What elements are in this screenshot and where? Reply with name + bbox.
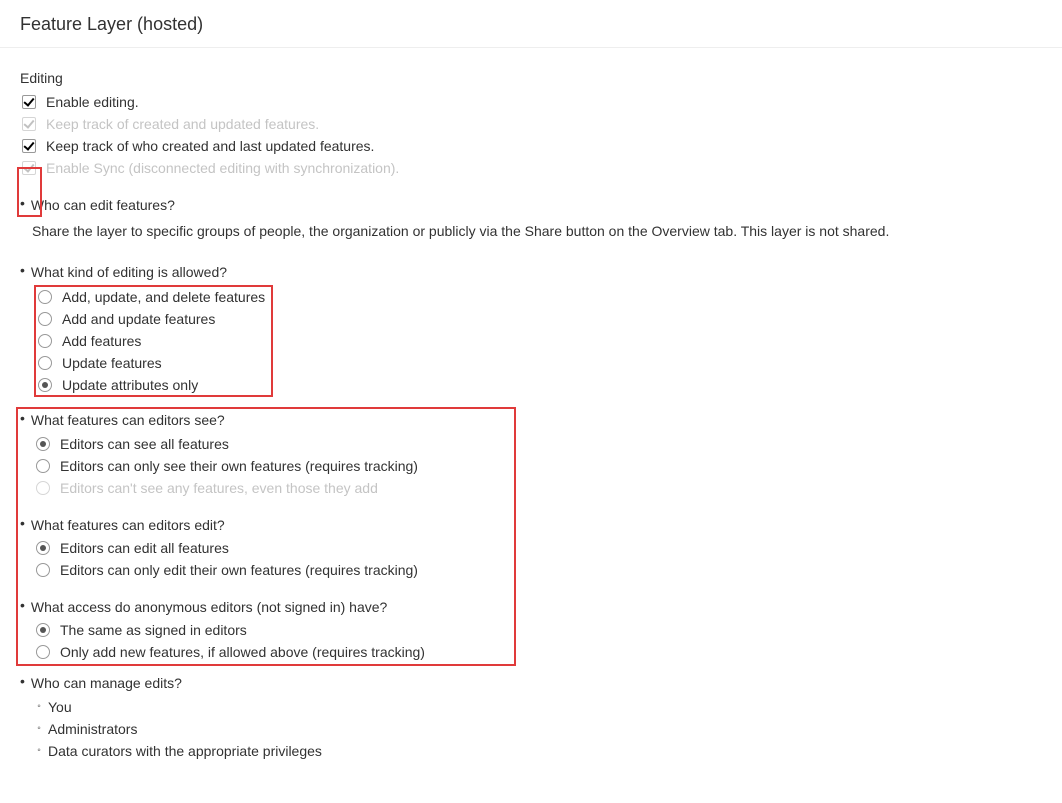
radio-add-update-delete-label: Add, update, and delete features: [62, 289, 265, 305]
editors-edit-heading: What features can editors edit?: [31, 514, 225, 536]
anon-access-heading: What access do anonymous editors (not si…: [31, 596, 387, 618]
editing-section-title: Editing: [20, 70, 1042, 86]
manage-heading: Who can manage edits?: [31, 672, 182, 694]
small-bullet-icon: ◦: [36, 723, 42, 734]
kind-editing-heading: What kind of editing is allowed?: [31, 261, 227, 283]
radio-add[interactable]: [38, 334, 52, 348]
radio-edit-own-label: Editors can only edit their own features…: [60, 562, 418, 578]
radio-add-update[interactable]: [38, 312, 52, 326]
keep-track-who-label: Keep track of who created and last updat…: [46, 138, 374, 154]
bullet-icon: •: [20, 672, 25, 692]
radio-anon-add-only[interactable]: [36, 645, 50, 659]
page-title: Feature Layer (hosted): [0, 0, 1062, 48]
editors-see-heading: What features can editors see?: [31, 409, 225, 431]
radio-edit-all-label: Editors can edit all features: [60, 540, 229, 556]
radio-add-update-delete[interactable]: [38, 290, 52, 304]
manage-you: You: [48, 699, 72, 715]
radio-see-all-label: Editors can see all features: [60, 436, 229, 452]
radio-add-update-label: Add and update features: [62, 311, 215, 327]
radio-anon-same-label: The same as signed in editors: [60, 622, 247, 638]
radio-anon-same[interactable]: [36, 623, 50, 637]
manage-admins: Administrators: [48, 721, 137, 737]
small-bullet-icon: ◦: [36, 701, 42, 712]
radio-update-label: Update features: [62, 355, 162, 371]
keep-track-who-checkbox[interactable]: [22, 139, 36, 153]
radio-add-label: Add features: [62, 333, 141, 349]
highlight-editing-options-annotation: Add, update, and delete features Add and…: [34, 285, 273, 397]
radio-see-all[interactable]: [36, 437, 50, 451]
bullet-icon: •: [20, 596, 25, 616]
radio-see-none-label: Editors can't see any features, even tho…: [60, 480, 378, 496]
enable-editing-checkbox[interactable]: [22, 95, 36, 109]
bullet-icon: •: [20, 409, 25, 429]
manage-curators: Data curators with the appropriate privi…: [48, 743, 322, 759]
who-can-edit-body: Share the layer to specific groups of pe…: [20, 220, 1042, 242]
enable-sync-label: Enable Sync (disconnected editing with s…: [46, 160, 399, 176]
radio-update-attrs-label: Update attributes only: [62, 377, 198, 393]
enable-editing-label: Enable editing.: [46, 94, 139, 110]
enable-sync-checkbox: [22, 161, 36, 175]
radio-update-attrs[interactable]: [38, 378, 52, 392]
keep-track-created-label: Keep track of created and updated featur…: [46, 116, 319, 132]
bullet-icon: •: [20, 261, 25, 281]
bullet-icon: •: [20, 194, 25, 214]
radio-see-none: [36, 481, 50, 495]
radio-see-own-label: Editors can only see their own features …: [60, 458, 418, 474]
radio-see-own[interactable]: [36, 459, 50, 473]
small-bullet-icon: ◦: [36, 745, 42, 756]
radio-update[interactable]: [38, 356, 52, 370]
keep-track-created-checkbox: [22, 117, 36, 131]
who-can-edit-heading: Who can edit features?: [31, 194, 175, 216]
radio-edit-own[interactable]: [36, 563, 50, 577]
bullet-icon: •: [20, 514, 25, 534]
radio-edit-all[interactable]: [36, 541, 50, 555]
radio-anon-add-only-label: Only add new features, if allowed above …: [60, 644, 425, 660]
